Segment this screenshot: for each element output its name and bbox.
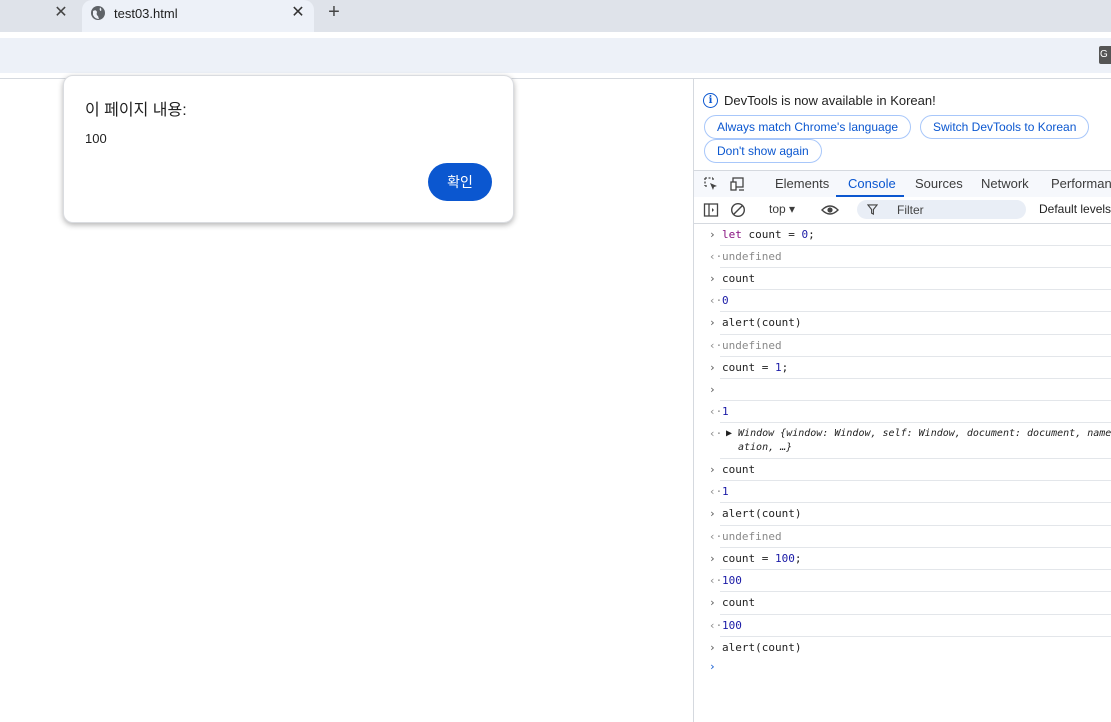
console-row: › count	[694, 592, 1111, 615]
console-prompt-icon[interactable]: ›	[709, 660, 716, 673]
inspect-element-icon[interactable]	[703, 176, 719, 192]
console-row: ‹· 1	[694, 481, 1111, 503]
tab-elements[interactable]: Elements	[775, 176, 829, 191]
console-row: ‹· undefined	[694, 526, 1111, 548]
tab-sources[interactable]: Sources	[915, 176, 963, 191]
console-row: › count	[694, 268, 1111, 290]
console-row: ‹· ▶ Window {window: Window, self: Windo…	[694, 423, 1111, 459]
log-levels-dropdown[interactable]: Default levels	[1039, 202, 1111, 216]
info-icon: i	[703, 93, 718, 108]
page-viewport: 이 페이지 내용: 100 확인	[0, 75, 693, 722]
tab-console[interactable]: Console	[848, 176, 896, 191]
output-arrow-icon: ‹·	[709, 250, 723, 263]
console-row: ‹· 0	[694, 290, 1111, 312]
output-arrow-icon: ‹·	[709, 405, 723, 418]
device-toolbar-icon[interactable]	[730, 176, 746, 192]
console-output: 1	[722, 485, 729, 498]
input-arrow-icon: ›	[709, 228, 716, 241]
dialog-message: 100	[85, 131, 107, 146]
console-row: › alert(count)	[694, 503, 1111, 526]
console-output: 100	[722, 619, 742, 632]
previous-tab-close-icon[interactable]: ✕	[52, 4, 70, 22]
console-toolbar: top ▾ Filter Default levels	[694, 197, 1111, 224]
devtools-tab-bar: Elements Console Sources Network Perform…	[694, 170, 1111, 198]
console-row: › let count = 0;	[694, 224, 1111, 246]
input-arrow-icon: ›	[709, 641, 716, 654]
console-row: › count = 1;	[694, 357, 1111, 379]
input-arrow-icon: ›	[709, 552, 716, 565]
match-language-button[interactable]: Always match Chrome's language	[704, 115, 912, 139]
console-row: ‹· 100	[694, 570, 1111, 592]
console-row: › alert(count)	[694, 637, 1111, 660]
keyword-let: let	[722, 228, 742, 241]
console-input[interactable]: alert(count)	[722, 316, 801, 329]
ok-button[interactable]: 확인	[428, 163, 492, 201]
window-object-output[interactable]: ▶ Window {window: Window, self: Window, …	[726, 428, 1111, 439]
input-arrow-icon: ›	[709, 507, 716, 520]
console-row: ›	[694, 379, 1111, 401]
console-output: undefined	[722, 339, 782, 352]
console-output: 1	[722, 405, 729, 418]
dont-show-again-button[interactable]: Don't show again	[704, 139, 822, 163]
tab-strip: ✕ test03.html ✕ +	[0, 0, 1111, 32]
console-output: undefined	[722, 250, 782, 263]
console-output: undefined	[722, 530, 782, 543]
tab-title: test03.html	[114, 6, 178, 21]
tab-test03[interactable]: test03.html ✕	[82, 0, 314, 32]
input-arrow-icon: ›	[709, 316, 716, 329]
console-input[interactable]: count = 1;	[722, 361, 788, 374]
tab-network[interactable]: Network	[981, 176, 1029, 191]
input-arrow-icon: ›	[709, 383, 716, 396]
input-arrow-icon: ›	[709, 272, 716, 285]
tab-performance[interactable]: Performanc	[1051, 176, 1111, 191]
number-one: 1	[774, 361, 782, 374]
devtools-panel: i DevTools is now available in Korean! A…	[693, 79, 1111, 722]
output-arrow-icon: ‹·	[709, 619, 723, 632]
input-arrow-icon: ›	[709, 463, 716, 476]
console-row: › count = 100;	[694, 548, 1111, 570]
console-input[interactable]: alert(count)	[722, 507, 801, 520]
translate-icon[interactable]: G	[1099, 46, 1111, 64]
sidebar-toggle-icon[interactable]	[703, 202, 719, 218]
console-row: ‹· 1	[694, 401, 1111, 423]
console-input[interactable]: count	[722, 596, 755, 609]
number-zero: 0	[801, 228, 809, 241]
console-row: ‹· 100	[694, 615, 1111, 637]
input-arrow-icon: ›	[709, 596, 716, 609]
window-object-output-continued: ation, …}	[738, 442, 793, 453]
filter-icon	[867, 204, 878, 215]
output-arrow-icon: ‹·	[709, 485, 723, 498]
output-arrow-icon: ‹·	[709, 294, 723, 307]
output-arrow-icon: ‹·	[709, 574, 723, 587]
console-row: › alert(count)	[694, 312, 1111, 335]
switch-korean-button[interactable]: Switch DevTools to Korean	[920, 115, 1090, 139]
console-input[interactable]: count	[722, 463, 755, 476]
dialog-title: 이 페이지 내용:	[85, 102, 187, 119]
address-toolbar: G	[0, 38, 1111, 73]
output-arrow-icon: ‹·	[709, 530, 723, 543]
clear-console-icon[interactable]	[730, 202, 746, 218]
filter-placeholder: Filter	[897, 203, 924, 217]
eye-icon[interactable]	[821, 202, 839, 218]
number-hundred: 100	[774, 552, 795, 565]
globe-icon	[91, 6, 105, 20]
output-arrow-icon: ‹·	[709, 339, 723, 352]
console-output: 100	[722, 574, 742, 587]
console-input[interactable]: count = 100;	[722, 552, 801, 565]
output-arrow-icon: ‹·	[709, 427, 723, 440]
console-output: 0	[722, 294, 729, 307]
context-selector[interactable]: top ▾	[769, 202, 795, 216]
console-row: ‹· undefined	[694, 335, 1111, 357]
input-arrow-icon: ›	[709, 361, 716, 374]
console-input[interactable]: count	[722, 272, 755, 285]
console-input[interactable]: alert(count)	[722, 641, 801, 654]
console-row: › count	[694, 459, 1111, 481]
new-tab-icon[interactable]: +	[324, 2, 344, 22]
tab-close-icon[interactable]: ✕	[290, 4, 306, 22]
alert-dialog: 이 페이지 내용: 100 확인	[63, 75, 514, 223]
console-input[interactable]: let count = 0;	[722, 228, 815, 241]
filter-input[interactable]: Filter	[857, 200, 1026, 219]
console-row: ‹· undefined	[694, 246, 1111, 268]
language-banner-text: DevTools is now available in Korean!	[724, 93, 936, 108]
